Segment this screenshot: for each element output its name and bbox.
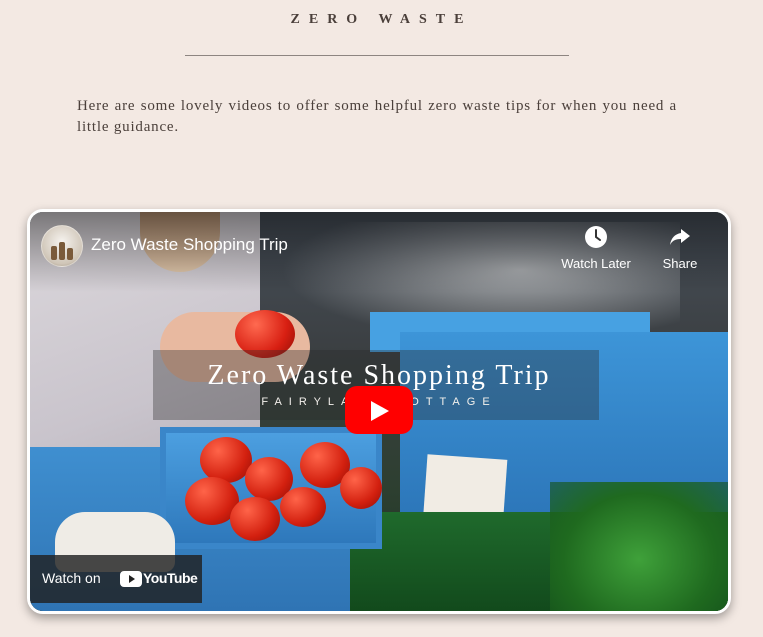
- share-label: Share: [662, 256, 698, 271]
- page-title: ZERO WASTE: [290, 12, 473, 27]
- watch-later-button[interactable]: Watch Later: [556, 224, 636, 271]
- youtube-label: YouTube: [143, 570, 198, 586]
- youtube-logo-icon: [120, 571, 142, 591]
- video-embed[interactable]: Zero Waste Shopping Trip FAIRYLAND COTTA…: [27, 209, 731, 614]
- play-button[interactable]: [345, 386, 413, 434]
- title-divider: [185, 55, 569, 56]
- share-arrow-icon: [640, 224, 720, 250]
- watch-on-label: Watch on: [42, 570, 101, 586]
- play-icon: [371, 401, 389, 421]
- share-button[interactable]: Share: [640, 224, 720, 271]
- watch-later-label: Watch Later: [561, 256, 631, 271]
- video-title-link[interactable]: Zero Waste Shopping Trip: [91, 235, 288, 255]
- intro-text: Here are some lovely videos to offer som…: [77, 98, 677, 135]
- channel-avatar[interactable]: [41, 225, 83, 267]
- clock-icon: [556, 224, 636, 250]
- watch-on-youtube-button[interactable]: Watch on YouTube: [30, 555, 202, 603]
